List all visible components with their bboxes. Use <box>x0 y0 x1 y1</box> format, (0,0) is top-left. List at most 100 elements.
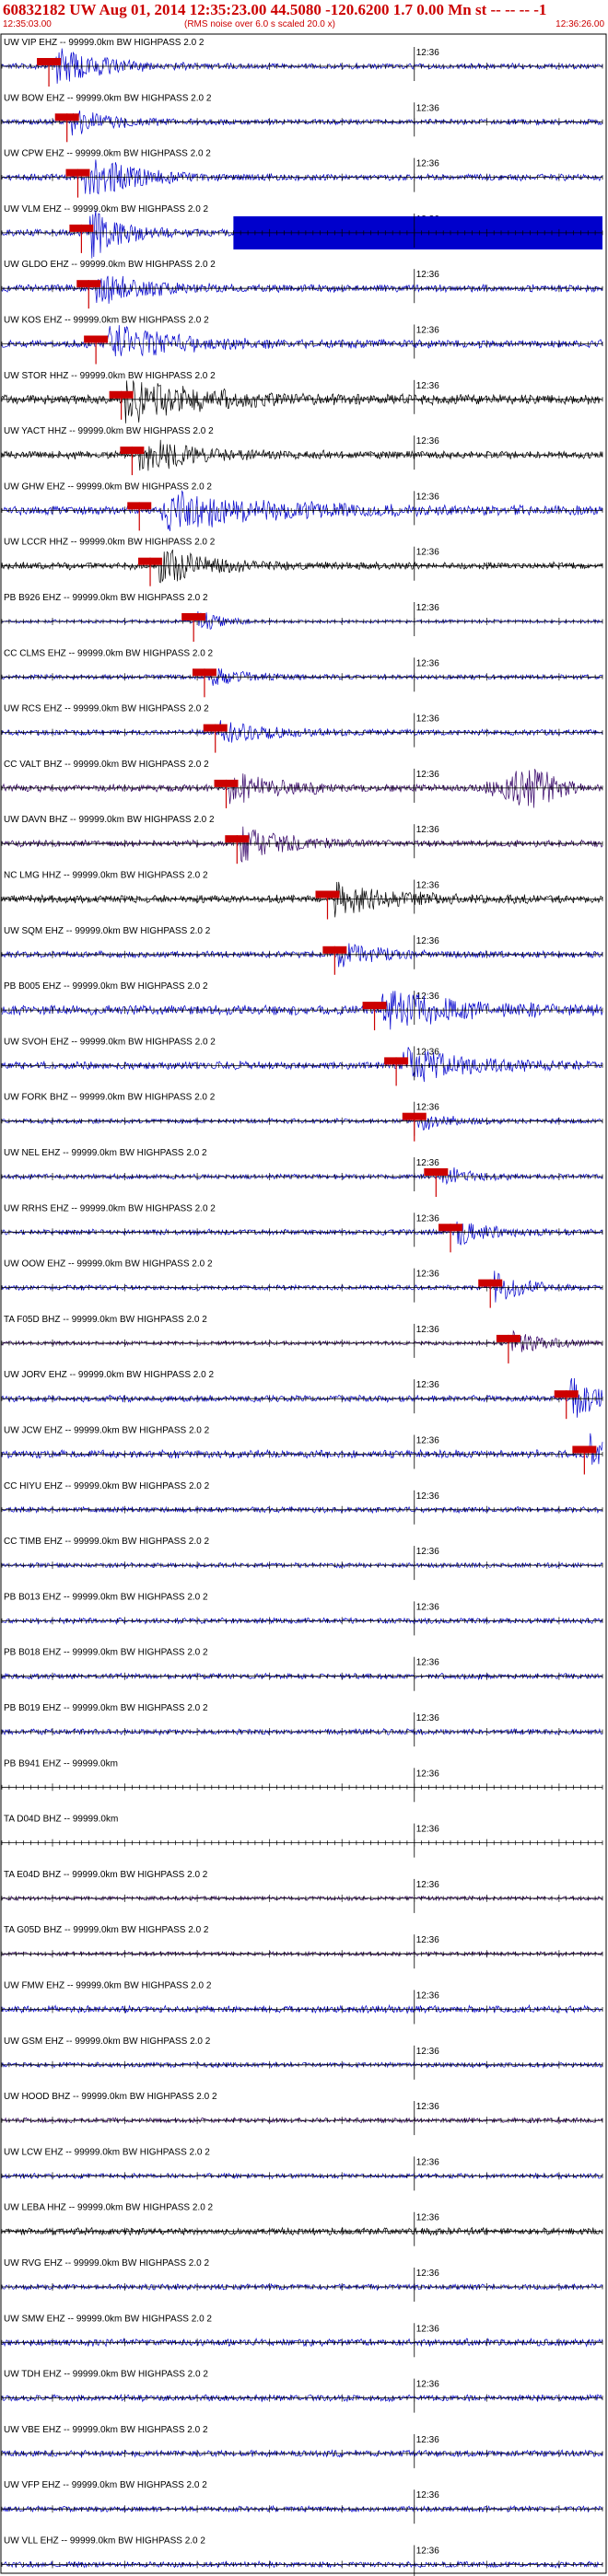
trace-30: PB B018 EHZ -- 99999.0km BW HIGHPASS 2.0… <box>1 1648 603 1691</box>
minute-marker-label: 12:36 <box>416 1547 439 1557</box>
trace-label: UW CPW EHZ -- 99999.0km BW HIGHPASS 2.0 … <box>4 149 211 159</box>
trace-45: UW VFP EHZ -- 99999.0km BW HIGHPASS 2.0 … <box>1 2480 603 2524</box>
plot-header: 60832182 UW Aug 01, 2014 12:35:23.00 44.… <box>0 0 608 37</box>
trace-label: UW SQM EHZ -- 99999.0km BW HIGHPASS 2.0 … <box>4 926 211 936</box>
trace-label: UW NEL EHZ -- 99999.0km BW HIGHPASS 2.0 … <box>4 1148 207 1158</box>
trace-waveform <box>1 159 603 195</box>
rms-note: (RMS noise over 6.0 s scaled 20.0 x) <box>184 19 335 29</box>
trace-37: UW GSM EHZ -- 99999.0km BW HIGHPASS 2.0 … <box>1 2036 603 2080</box>
seismogram-plot: UW VIP EHZ -- 99999.0km BW HIGHPASS 2.0 … <box>0 33 607 2576</box>
trace-14: CC VALT BHZ -- 99999.0km BW HIGHPASS 2.0… <box>1 760 603 808</box>
trace-13: UW RCS EHZ -- 99999.0km BW HIGHPASS 2.0 … <box>1 704 603 753</box>
trace-label: UW VLL EHZ -- 99999.0km BW HIGHPASS 2.0 … <box>4 2536 205 2547</box>
trace-35: TA G05D BHZ -- 99999.0km BW HIGHPASS 2.0… <box>1 1925 603 1969</box>
trace-waveform <box>1 1221 603 1246</box>
trace-waveform <box>1 110 603 136</box>
trace-label: UW GHW EHZ -- 99999.0km BW HIGHPASS 2.0 … <box>4 482 212 492</box>
minute-marker-label: 12:36 <box>416 2047 439 2057</box>
trace-waveform <box>1 490 603 531</box>
minute-marker-label: 12:36 <box>416 825 439 835</box>
minute-marker-label: 12:36 <box>416 159 439 169</box>
trace-label: PB B013 EHZ -- 99999.0km BW HIGHPASS 2.0… <box>4 1592 208 1602</box>
trace-label: TA G05D BHZ -- 99999.0km BW HIGHPASS 2.0… <box>4 1925 209 1935</box>
minute-marker-label: 12:36 <box>416 1158 439 1168</box>
trace-waveform <box>1 439 603 471</box>
trace-21: UW NEL EHZ -- 99999.0km BW HIGHPASS 2.0 … <box>1 1148 603 1197</box>
trace-label: UW SMW EHZ -- 99999.0km BW HIGHPASS 2.0 … <box>4 2314 212 2324</box>
minute-marker-label: 12:36 <box>416 48 439 58</box>
trace-20: UW FORK BHZ -- 99999.0km BW HIGHPASS 2.0… <box>1 1093 603 1142</box>
trace-waveform <box>1 720 603 743</box>
minute-marker-label: 12:36 <box>416 992 439 1002</box>
minute-marker-label: 12:36 <box>416 658 439 668</box>
trace-3: UW CPW EHZ -- 99999.0km BW HIGHPASS 2.0 … <box>1 149 603 198</box>
trace-31: PB B019 EHZ -- 99999.0km BW HIGHPASS 2.0… <box>1 1703 603 1746</box>
minute-marker-label: 12:36 <box>416 1658 439 1668</box>
trace-43: UW TDH EHZ -- 99999.0km BW HIGHPASS 2.0 … <box>1 2370 603 2413</box>
trace-label: CC CLMS EHZ -- 99999.0km BW HIGHPASS 2.0… <box>4 648 214 658</box>
trace-waveform <box>1 1047 603 1083</box>
trace-label: UW YACT HHZ -- 99999.0km BW HIGHPASS 2.0… <box>4 426 214 436</box>
trace-label: PB B018 EHZ -- 99999.0km BW HIGHPASS 2.0… <box>4 1648 208 1658</box>
trace-16: NC LMG HHZ -- 99999.0km BW HIGHPASS 2.0 … <box>1 871 603 920</box>
trace-label: NC LMG HHZ -- 99999.0km BW HIGHPASS 2.0 … <box>4 871 208 881</box>
trace-10: UW LCCR HHZ -- 99999.0km BW HIGHPASS 2.0… <box>1 538 603 586</box>
trace-label: UW LEBA HHZ -- 99999.0km BW HIGHPASS 2.0… <box>4 2203 214 2213</box>
trace-38: UW HOOD BHZ -- 99999.0km BW HIGHPASS 2.0… <box>1 2092 603 2136</box>
trace-label: UW VIP EHZ -- 99999.0km BW HIGHPASS 2.0 … <box>4 38 205 48</box>
minute-marker-label: 12:36 <box>416 936 439 946</box>
trace-label: CC HIYU EHZ -- 99999.0km BW HIGHPASS 2.0… <box>4 1481 210 1491</box>
trace-label: UW HOOD BHZ -- 99999.0km BW HIGHPASS 2.0… <box>4 2092 217 2102</box>
trace-waveform <box>1 881 603 918</box>
trace-42: UW SMW EHZ -- 99999.0km BW HIGHPASS 2.0 … <box>1 2314 603 2358</box>
trace-22: UW RRHS EHZ -- 99999.0km BW HIGHPASS 2.0… <box>1 1203 603 1253</box>
trace-46: UW VLL EHZ -- 99999.0km BW HIGHPASS 2.0 … <box>1 2536 603 2576</box>
minute-marker-label: 12:36 <box>416 381 439 391</box>
minute-marker-label: 12:36 <box>416 1769 439 1779</box>
trace-label: UW FMW EHZ -- 99999.0km BW HIGHPASS 2.0 … <box>4 1981 212 1991</box>
trace-label: UW STOR HHZ -- 99999.0km BW HIGHPASS 2.0… <box>4 371 216 381</box>
minute-marker-label: 12:36 <box>416 326 439 336</box>
minute-marker-label: 12:36 <box>416 1825 439 1835</box>
trace-41: UW RVG EHZ -- 99999.0km BW HIGHPASS 2.0 … <box>1 2258 603 2302</box>
trace-27: CC HIYU EHZ -- 99999.0km BW HIGHPASS 2.0… <box>1 1481 603 1525</box>
minute-marker-label: 12:36 <box>416 103 439 113</box>
trace-23: UW OOW EHZ -- 99999.0km BW HIGHPASS 2.0 … <box>1 1259 603 1308</box>
trace-label: UW DAVN BHZ -- 99999.0km BW HIGHPASS 2.0… <box>4 815 215 825</box>
trace-9: UW GHW EHZ -- 99999.0km BW HIGHPASS 2.0 … <box>1 482 603 531</box>
minute-marker-label: 12:36 <box>416 1935 439 1945</box>
trace-28: CC TIMB EHZ -- 99999.0km BW HIGHPASS 2.0… <box>1 1537 603 1581</box>
trace-1: UW VIP EHZ -- 99999.0km BW HIGHPASS 2.0 … <box>1 38 603 87</box>
trace-34: TA E04D BHZ -- 99999.0km BW HIGHPASS 2.0… <box>1 1870 603 1913</box>
trace-6: UW KOS EHZ -- 99999.0km BW HIGHPASS 2.0 … <box>1 316 603 365</box>
minute-marker-label: 12:36 <box>416 2490 439 2501</box>
trace-label: UW VLM EHZ -- 99999.0km BW HIGHPASS 2.0 … <box>4 204 209 215</box>
minute-marker-label: 12:36 <box>416 2102 439 2112</box>
minute-marker-label: 12:36 <box>416 603 439 613</box>
trace-label: UW SVOH EHZ -- 99999.0km BW HIGHPASS 2.0… <box>4 1037 216 1047</box>
trace-label: TA F05D BHZ -- 99999.0km BW HIGHPASS 2.0… <box>4 1315 207 1325</box>
trace-12: CC CLMS EHZ -- 99999.0km BW HIGHPASS 2.0… <box>1 648 603 698</box>
trace-label: UW GLDO EHZ -- 99999.0km BW HIGHPASS 2.0… <box>4 260 216 270</box>
trace-label: UW OOW EHZ -- 99999.0km BW HIGHPASS 2.0 … <box>4 1259 213 1270</box>
trace-label: UW KOS EHZ -- 99999.0km BW HIGHPASS 2.0 … <box>4 316 209 326</box>
minute-marker-label: 12:36 <box>416 1103 439 1113</box>
trace-label: UW BOW EHZ -- 99999.0km BW HIGHPASS 2.0 … <box>4 93 212 103</box>
trace-5: UW GLDO EHZ -- 99999.0km BW HIGHPASS 2.0… <box>1 260 603 309</box>
trace-17: UW SQM EHZ -- 99999.0km BW HIGHPASS 2.0 … <box>1 926 603 975</box>
trace-25: UW JORV EHZ -- 99999.0km BW HIGHPASS 2.0… <box>1 1370 603 1420</box>
trace-15: UW DAVN BHZ -- 99999.0km BW HIGHPASS 2.0… <box>1 815 603 864</box>
minute-marker-label: 12:36 <box>416 548 439 558</box>
trace-40: UW LEBA HHZ -- 99999.0km BW HIGHPASS 2.0… <box>1 2203 603 2246</box>
minute-marker-label: 12:36 <box>416 492 439 502</box>
trace-waveform <box>1 769 603 808</box>
trace-36: UW FMW EHZ -- 99999.0km BW HIGHPASS 2.0 … <box>1 1981 603 2025</box>
trace-waveform <box>1 1166 603 1186</box>
plot-frame <box>0 33 607 2574</box>
minute-marker-label: 12:36 <box>416 270 439 280</box>
trace-2: UW BOW EHZ -- 99999.0km BW HIGHPASS 2.0 … <box>1 93 603 143</box>
start-time: 12:35:03.00 <box>3 19 52 29</box>
trace-label: UW VFP EHZ -- 99999.0km BW HIGHPASS 2.0 … <box>4 2480 207 2490</box>
trace-waveform <box>1 1433 603 1465</box>
trace-39: UW LCW EHZ -- 99999.0km BW HIGHPASS 2.0 … <box>1 2147 603 2191</box>
